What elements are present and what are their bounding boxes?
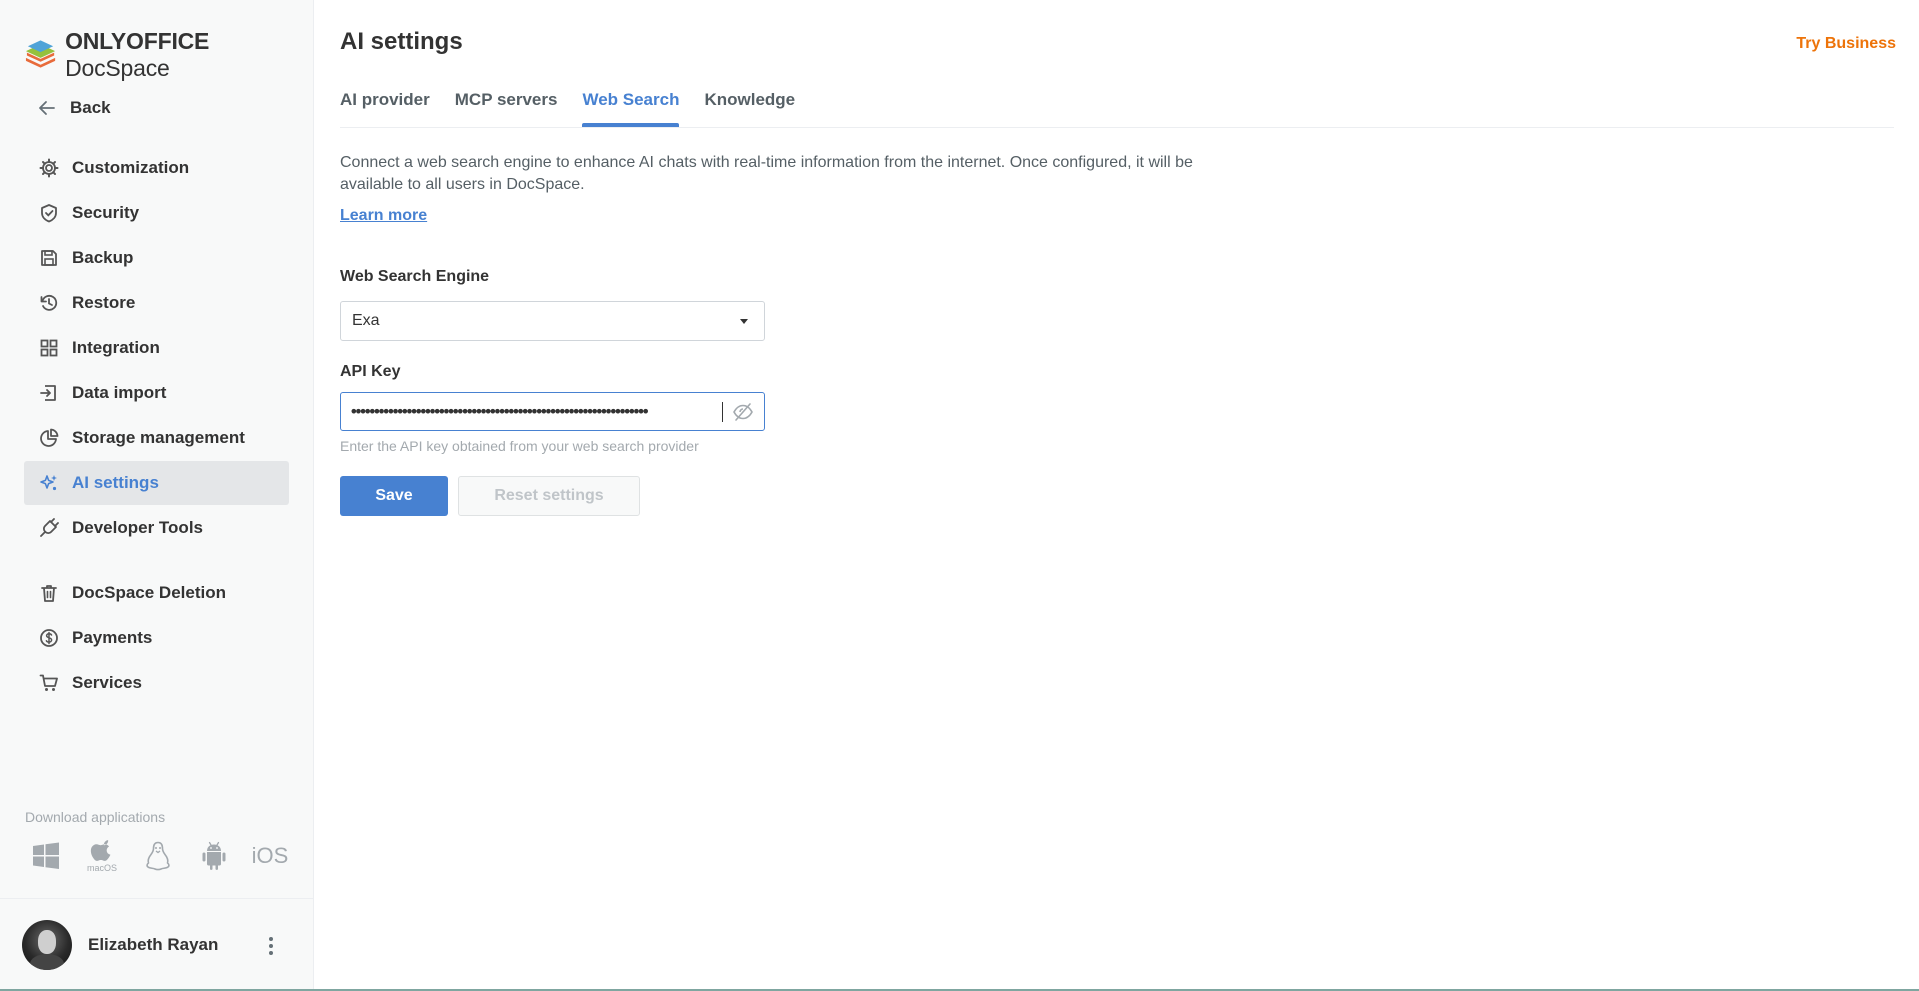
sidebar-item-label: Developer Tools bbox=[72, 518, 203, 537]
main-content: AI settings Try Business AI provider MCP… bbox=[315, 0, 1919, 991]
macos-app-link[interactable]: macOS bbox=[84, 836, 120, 876]
back-button[interactable]: Back bbox=[38, 94, 111, 122]
user-profile-bar: Elizabeth Rayan bbox=[0, 898, 314, 991]
ai-sparkle-icon bbox=[38, 472, 60, 494]
web-search-engine-select[interactable]: Exa bbox=[340, 301, 765, 341]
import-icon bbox=[38, 382, 60, 404]
api-key-hint: Enter the API key obtained from your web… bbox=[340, 438, 699, 454]
sidebar-item-label: Services bbox=[72, 673, 142, 692]
sidebar-item-label: Data import bbox=[72, 383, 167, 402]
linux-app-link[interactable] bbox=[140, 836, 176, 876]
sidebar-item-label: Storage management bbox=[72, 428, 245, 447]
coin-icon bbox=[38, 627, 60, 649]
sidebar-item-restore[interactable]: Restore bbox=[24, 281, 289, 325]
api-key-input[interactable] bbox=[349, 396, 719, 427]
sidebar-item-developer-tools[interactable]: Developer Tools bbox=[24, 506, 289, 550]
sidebar-item-label: Integration bbox=[72, 338, 160, 357]
sidebar-item-backup[interactable]: Backup bbox=[24, 236, 289, 280]
sidebar-item-customization[interactable]: Customization bbox=[24, 146, 289, 190]
windows-icon bbox=[33, 842, 59, 869]
history-icon bbox=[38, 292, 60, 314]
floppy-icon bbox=[38, 247, 60, 269]
tab-ai-provider[interactable]: AI provider bbox=[340, 90, 430, 127]
reset-settings-button[interactable]: Reset settings bbox=[458, 476, 640, 516]
macos-caption: macOS bbox=[86, 863, 117, 873]
windows-app-link[interactable] bbox=[28, 836, 64, 876]
tab-knowledge[interactable]: Knowledge bbox=[704, 90, 795, 127]
sidebar-item-label: Restore bbox=[72, 293, 136, 312]
download-apps: macOS iOS bbox=[28, 836, 288, 876]
try-business-link[interactable]: Try Business bbox=[1796, 35, 1896, 53]
web-search-description: Connect a web search engine to enhance A… bbox=[340, 154, 1193, 193]
sidebar-item-ai-settings[interactable]: AI settings bbox=[24, 461, 289, 505]
plug-icon bbox=[38, 517, 60, 539]
sidebar-item-label: Backup bbox=[72, 248, 134, 267]
sidebar-item-integration[interactable]: Integration bbox=[24, 326, 289, 370]
tab-mcp-servers[interactable]: MCP servers bbox=[455, 90, 558, 127]
sidebar-item-label: DocSpace Deletion bbox=[72, 583, 226, 602]
settings-tabs: AI provider MCP servers Web Search Knowl… bbox=[340, 90, 795, 127]
text-caret bbox=[722, 402, 723, 422]
brand-logo[interactable]: ONLYOFFICE DocSpace bbox=[24, 28, 313, 82]
user-name: Elizabeth Rayan bbox=[88, 935, 219, 954]
sidebar-item-label: Customization bbox=[72, 158, 190, 177]
sidebar-item-storage-management[interactable]: Storage management bbox=[24, 416, 289, 460]
android-app-link[interactable] bbox=[196, 836, 232, 876]
shield-icon bbox=[38, 202, 60, 224]
ios-app-link[interactable]: iOS bbox=[251, 836, 289, 876]
web-search-engine-label: Web Search Engine bbox=[340, 268, 490, 285]
linux-icon bbox=[146, 841, 170, 871]
apple-icon bbox=[90, 840, 111, 861]
cart-icon bbox=[38, 672, 60, 694]
sidebar-item-label: Payments bbox=[72, 628, 153, 647]
back-label: Back bbox=[70, 98, 111, 117]
sidebar-item-docspace-deletion[interactable]: DocSpace Deletion bbox=[24, 571, 289, 615]
selected-engine-value: Exa bbox=[352, 312, 380, 329]
more-options-icon[interactable] bbox=[263, 934, 279, 958]
learn-more-link[interactable]: Learn more bbox=[340, 207, 427, 225]
sidebar: ONLYOFFICE DocSpace Back Customization S… bbox=[0, 0, 314, 991]
api-key-field bbox=[340, 392, 765, 431]
api-key-label: API Key bbox=[340, 363, 401, 380]
sidebar-item-security[interactable]: Security bbox=[24, 191, 289, 235]
save-button[interactable]: Save bbox=[340, 476, 448, 516]
ios-icon: iOS bbox=[251, 843, 289, 868]
chevron-down-icon bbox=[740, 319, 748, 324]
eye-off-icon[interactable] bbox=[732, 402, 754, 422]
gear-icon bbox=[38, 157, 60, 179]
tab-web-search[interactable]: Web Search bbox=[582, 90, 680, 127]
sidebar-item-data-import[interactable]: Data import bbox=[24, 371, 289, 415]
sidebar-item-services[interactable]: Services bbox=[24, 661, 289, 705]
avatar[interactable] bbox=[22, 920, 72, 970]
brand-name: ONLYOFFICE DocSpace bbox=[65, 28, 210, 81]
grid-icon bbox=[38, 337, 60, 359]
trash-icon bbox=[38, 582, 60, 604]
android-icon bbox=[202, 841, 226, 870]
sidebar-item-label: Security bbox=[72, 203, 140, 222]
arrow-left-icon bbox=[39, 101, 55, 115]
onlyoffice-logo-icon bbox=[25, 40, 56, 68]
pie-chart-icon bbox=[38, 427, 60, 449]
page-title: AI settings bbox=[340, 28, 463, 55]
sidebar-item-payments[interactable]: Payments bbox=[24, 616, 289, 660]
download-applications-title: Download applications bbox=[25, 809, 166, 825]
sidebar-item-label: AI settings bbox=[72, 473, 159, 492]
tabs-divider bbox=[340, 127, 1894, 128]
